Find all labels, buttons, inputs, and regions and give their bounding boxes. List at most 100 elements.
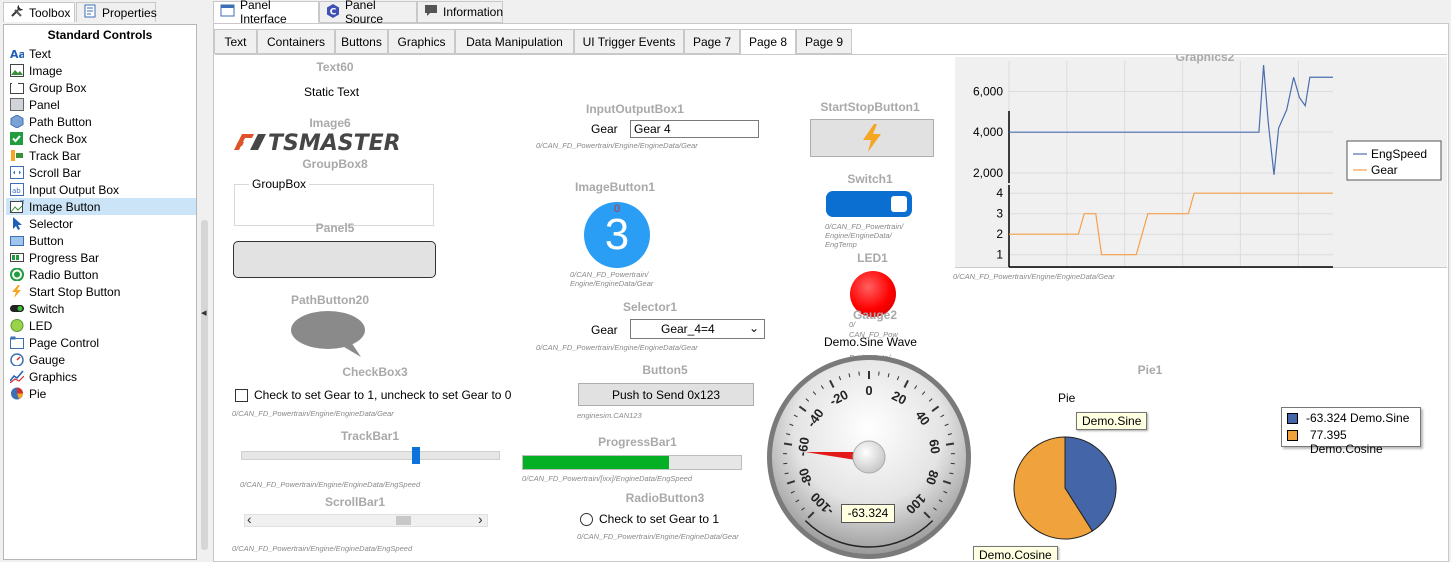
pie-legend: -63.324 Demo.Sine 77.395 Demo.Cosine <box>1281 407 1421 456</box>
toolbox-item-input-output-box[interactable]: ab Input Output Box <box>10 181 196 198</box>
trackbar1-title: TrackBar1 <box>340 429 400 443</box>
page-tab-page-8[interactable]: Page 8 <box>740 29 796 55</box>
tab-information[interactable]: Information <box>417 1 503 23</box>
toolbox-item-panel[interactable]: Panel <box>10 96 196 113</box>
y-tick-label: 4 <box>996 186 1003 200</box>
page-tab-page-9[interactable]: Page 9 <box>796 29 852 54</box>
imagebutton1[interactable]: 0 3 <box>584 202 650 268</box>
trackbar1[interactable] <box>241 445 500 465</box>
page-tab-ui-trigger-events[interactable]: UI Trigger Events <box>574 29 684 54</box>
toolbox-item-led[interactable]: LED <box>10 317 196 334</box>
radio-circle[interactable] <box>580 512 593 526</box>
toolbox-item-scroll-bar[interactable]: Scroll Bar <box>10 164 196 181</box>
pie-chart <box>1010 433 1120 543</box>
splitter[interactable]: ◂ <box>199 0 211 562</box>
toolbox-item-label: Scroll Bar <box>29 165 82 180</box>
legend-label: EngSpeed <box>1371 147 1427 161</box>
text-icon: Aa <box>10 47 26 61</box>
trackbar-track <box>241 451 500 460</box>
logo-text: TSMASTER <box>268 131 401 154</box>
scroll-left-arrow-icon[interactable]: ‹ <box>247 511 252 527</box>
push-to-send-button[interactable]: Push to Send 0x123 <box>578 383 754 406</box>
selector1-dropdown[interactable]: Gear_4=4 ⌄ <box>630 319 765 339</box>
start-stop-button[interactable] <box>810 119 934 157</box>
toolbox-item-path-button[interactable]: Path Button <box>10 113 196 130</box>
tab-panel-source[interactable]: C Panel Source <box>319 0 417 26</box>
scrollbar1-title: ScrollBar1 <box>324 495 386 509</box>
toolbox-item-image-button[interactable]: Image Button <box>6 198 196 215</box>
image-button-icon <box>10 199 25 213</box>
tools-icon <box>10 4 24 21</box>
lightning-icon <box>863 124 881 152</box>
checkbox-box[interactable] <box>235 388 248 402</box>
toolbox-item-switch[interactable]: Switch <box>10 300 196 317</box>
tab-properties[interactable]: Properties <box>76 2 157 22</box>
switch1-path-3: EngTemp <box>825 240 857 249</box>
iobox1-input[interactable]: Gear 4 <box>630 120 759 138</box>
switch1-title: Switch1 <box>847 172 893 186</box>
trackbar-thumb[interactable] <box>411 447 420 464</box>
toolbox-item-selector[interactable]: Selector <box>10 215 196 232</box>
splitter-handle[interactable] <box>201 220 208 550</box>
radiobutton3[interactable]: Check to set Gear to 1 <box>580 512 719 526</box>
toolbox-item-label: Image <box>29 63 63 78</box>
groupbox-caption: GroupBox <box>249 177 310 191</box>
switch1[interactable] <box>826 191 912 217</box>
text60-title: Text60 <box>316 60 354 74</box>
toolbox-item-label: Image Button <box>29 199 101 214</box>
page-tab-buttons[interactable]: Buttons <box>335 29 388 54</box>
gauge-tick-label: 0 <box>865 383 872 398</box>
toolbox-item-label: Gauge <box>29 352 66 367</box>
pie-tooltip-sine: Demo.Sine <box>1076 412 1148 430</box>
page-tab-text[interactable]: Text <box>214 29 257 54</box>
toolbox-item-pie[interactable]: Pie <box>10 385 196 402</box>
trackbar1-path: 0/CAN_FD_Powertrain/Engine/EngineData/En… <box>240 480 421 489</box>
toolbox-item-label: Progress Bar <box>29 250 100 265</box>
pathbutton20[interactable] <box>291 309 367 361</box>
tab-toolbox[interactable]: Toolbox <box>3 2 75 22</box>
toolbox-item-graphics[interactable]: Graphics <box>9 368 196 385</box>
toolbox-item-progress-bar[interactable]: Progress Bar <box>10 249 196 266</box>
toolbox-item-group-box[interactable]: Group Box <box>10 79 196 96</box>
toolbox-item-start-stop-button[interactable]: Start Stop Button <box>10 283 196 300</box>
toolbox-item-track-bar[interactable]: Track Bar <box>10 147 196 164</box>
imagebutton1-path-1: 0/CAN_FD_Powertrain/ <box>570 270 649 279</box>
toolbox-item-check-box[interactable]: Check Box <box>10 130 196 147</box>
button5-path: enginesim.CAN123 <box>577 411 642 420</box>
gauge2-caption: Demo.Sine Wave <box>824 335 917 349</box>
toolbox-item-gauge[interactable]: Gauge <box>10 351 196 368</box>
y-tick-label: 2,000 <box>973 166 1003 180</box>
switch-icon <box>10 302 24 315</box>
comment-icon <box>424 4 438 20</box>
graphics2: Graphics2 6,0004,0002,00043210510152025E… <box>955 55 1447 287</box>
scroll-right-arrow-icon[interactable]: › <box>478 511 483 527</box>
gauge-tick-label: -60 <box>794 436 812 457</box>
selector1-label: Gear <box>591 323 618 337</box>
imagebutton1-title: ImageButton1 <box>574 180 655 194</box>
switch1-path-2: Engine/EngineData/ <box>825 231 892 240</box>
toolbox-item-button[interactable]: Button <box>10 232 196 249</box>
panel-interface-area: Text Containers Buttons Graphics Data Manipu… <box>213 23 1449 562</box>
scrollbar-thumb[interactable] <box>396 516 411 525</box>
page-tab-containers[interactable]: Containers <box>257 29 335 54</box>
groupbox8: GroupBox <box>234 177 434 226</box>
toolbox-item-radio-button[interactable]: Radio Button <box>10 266 196 283</box>
scrollbar1[interactable]: ‹ › <box>244 511 488 527</box>
gauge-icon <box>10 353 24 367</box>
page-tab-data-manipulation[interactable]: Data Manipulation <box>455 29 574 54</box>
checkbox3-path: 0/CAN_FD_Powertrain/Engine/EngineData/Ge… <box>232 409 394 418</box>
groupbox8-title: GroupBox8 <box>302 157 368 171</box>
startstop1-title: StartStopButton1 <box>820 100 920 114</box>
toolbox-item-image[interactable]: Image <box>10 62 196 79</box>
switch-knob <box>891 196 907 212</box>
toolbox-item-label: Text <box>29 46 52 61</box>
collapse-arrow-icon[interactable]: ◂ <box>201 306 207 319</box>
toolbox-item-label: Radio Button <box>29 267 99 282</box>
tab-panel-interface[interactable]: Panel Interface <box>213 0 319 26</box>
toolbox-item-text[interactable]: Aa Text <box>10 45 196 62</box>
page-tab-graphics[interactable]: Graphics <box>388 29 455 54</box>
page-tab-page-7[interactable]: Page 7 <box>684 29 740 54</box>
checkbox3[interactable]: Check to set Gear to 1, uncheck to set G… <box>235 388 511 402</box>
toolbox-item-label: Panel <box>29 97 60 112</box>
toolbox-item-page-control[interactable]: Page Control <box>10 334 196 351</box>
